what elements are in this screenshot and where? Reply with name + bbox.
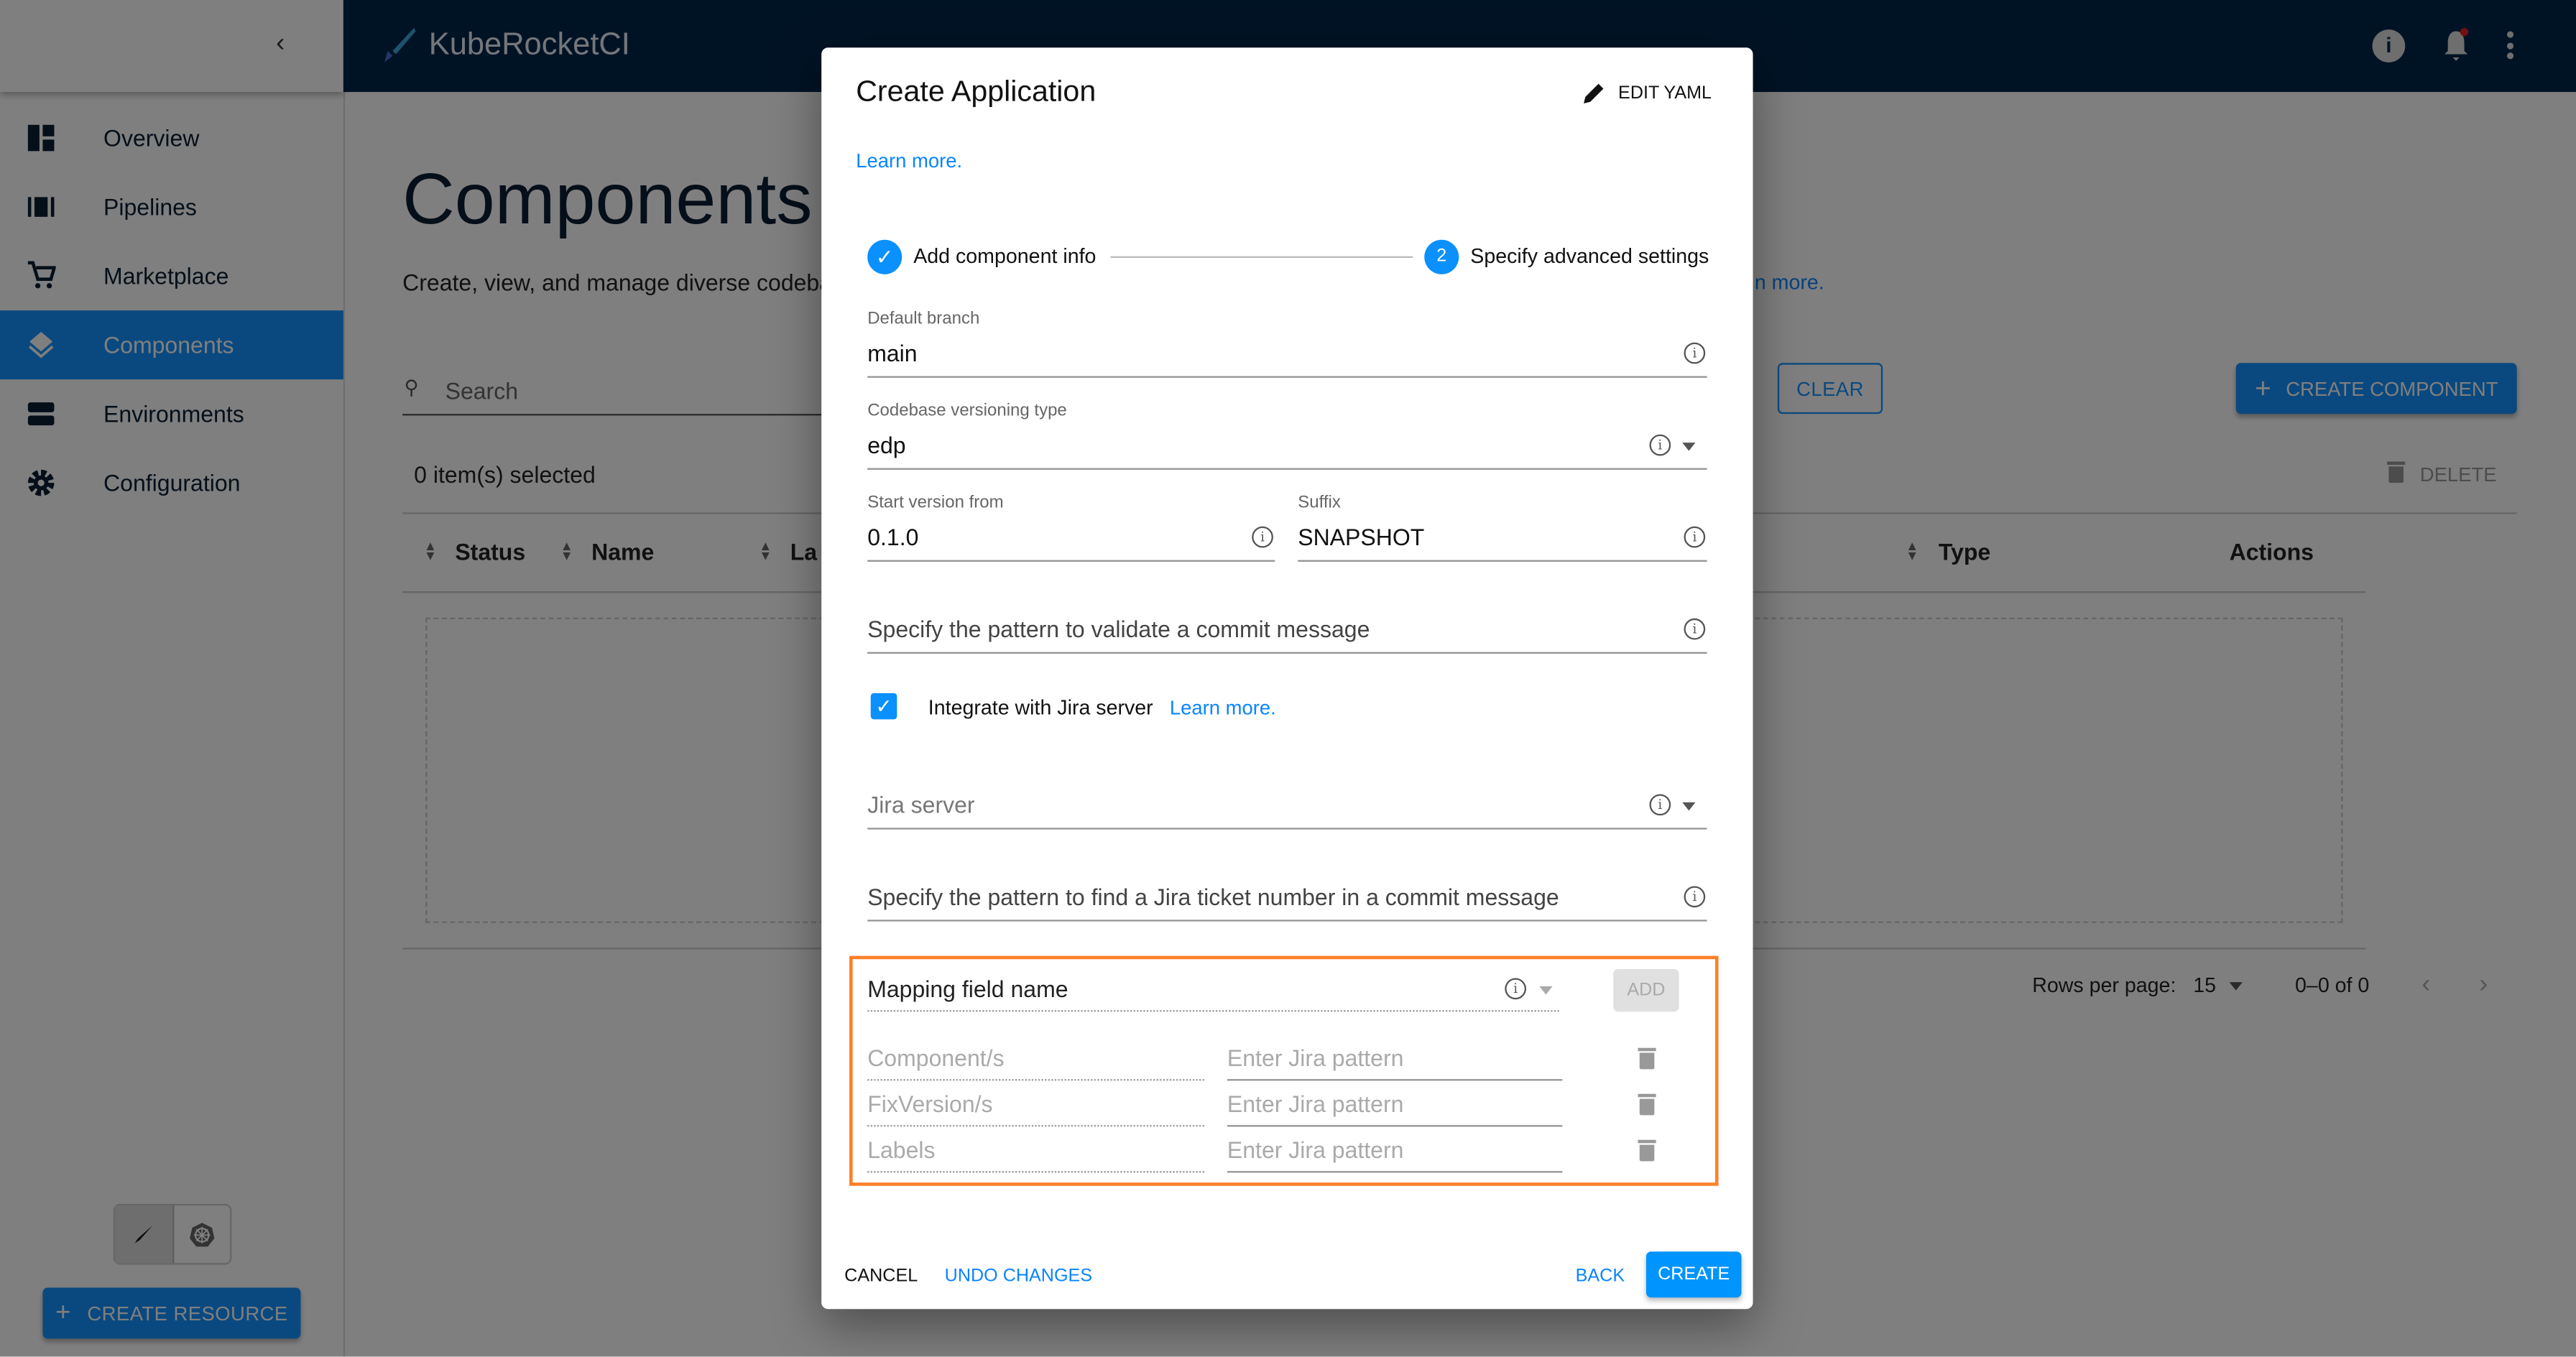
mapping-row-field: Component/s (867, 1045, 1005, 1071)
mapping-row-field: FixVersion/s (867, 1090, 993, 1117)
field-underline (1227, 1125, 1563, 1127)
jira-ticket-pattern-input[interactable]: Specify the pattern to find a Jira ticke… (867, 884, 1559, 910)
step-2-icon: 2 (1424, 239, 1459, 274)
field-underline (867, 560, 1275, 562)
back-button[interactable]: BACK (1576, 1266, 1625, 1286)
dialog-title: Create Application (856, 75, 1097, 108)
pencil-icon (1584, 83, 1604, 104)
info-icon[interactable]: i (1684, 886, 1706, 908)
field-underline (867, 652, 1707, 654)
jira-learn-more-link[interactable]: Learn more. (1170, 696, 1276, 719)
step-completed-icon: ✓ (867, 239, 902, 274)
field-underline (1298, 560, 1707, 562)
suffix-label: Suffix (1298, 492, 1341, 513)
start-version-label: Start version from (867, 492, 1004, 513)
field-underline (867, 1079, 1204, 1081)
chevron-down-icon[interactable] (1682, 443, 1696, 451)
info-icon[interactable]: i (1684, 526, 1706, 548)
jira-integration-label: Integrate with Jira server (928, 696, 1153, 720)
step-1-label: Add component info (913, 244, 1097, 268)
jira-integration-checkbox[interactable]: ✓ (870, 693, 897, 720)
mapping-field-name-select[interactable]: Mapping field name (867, 976, 1068, 1002)
info-icon[interactable]: i (1649, 794, 1671, 816)
versioning-type-select[interactable]: edp (867, 432, 905, 458)
field-underline (867, 920, 1707, 922)
cancel-button[interactable]: CANCEL (844, 1266, 918, 1286)
stepper-connector (1110, 256, 1413, 258)
default-branch-input[interactable]: main (867, 340, 917, 366)
default-branch-label: Default branch (867, 308, 980, 329)
delete-row-trash-icon[interactable] (1638, 1139, 1656, 1162)
jira-server-select[interactable]: Jira server (867, 792, 974, 818)
commit-message-pattern-input[interactable]: Specify the pattern to validate a commit… (867, 616, 1370, 642)
info-icon[interactable]: i (1684, 618, 1706, 640)
field-underline (867, 1010, 1559, 1012)
info-icon[interactable]: i (1684, 342, 1706, 364)
info-icon[interactable]: i (1649, 434, 1671, 456)
versioning-type-label: Codebase versioning type (867, 400, 1067, 421)
add-mapping-button[interactable]: ADD (1613, 968, 1679, 1012)
step-2-label: Specify advanced settings (1470, 244, 1709, 268)
field-underline (867, 1125, 1204, 1127)
field-underline (867, 376, 1707, 378)
info-icon[interactable]: i (1252, 526, 1273, 548)
dialog-learn-more-link[interactable]: Learn more. (856, 149, 962, 172)
chevron-down-icon[interactable] (1682, 802, 1696, 811)
delete-row-trash-icon[interactable] (1638, 1093, 1656, 1116)
chevron-down-icon (1539, 986, 1553, 995)
mapping-row-field: Labels (867, 1136, 936, 1163)
jira-pattern-input[interactable]: Enter Jira pattern (1227, 1090, 1404, 1117)
create-button[interactable]: CREATE (1645, 1251, 1742, 1298)
info-icon[interactable]: i (1505, 978, 1527, 1000)
start-version-input[interactable]: 0.1.0 (867, 524, 918, 550)
field-underline (867, 468, 1707, 470)
field-underline (867, 828, 1707, 830)
edit-yaml-button[interactable]: EDIT YAML (1582, 82, 1712, 105)
undo-changes-button[interactable]: UNDO CHANGES (945, 1266, 1092, 1286)
field-underline (867, 1171, 1204, 1173)
delete-row-trash-icon[interactable] (1638, 1047, 1656, 1070)
jira-pattern-input[interactable]: Enter Jira pattern (1227, 1136, 1404, 1163)
suffix-input[interactable]: SNAPSHOT (1298, 524, 1424, 550)
field-underline (1227, 1079, 1563, 1081)
jira-pattern-input[interactable]: Enter Jira pattern (1227, 1045, 1404, 1071)
field-underline (1227, 1171, 1563, 1173)
